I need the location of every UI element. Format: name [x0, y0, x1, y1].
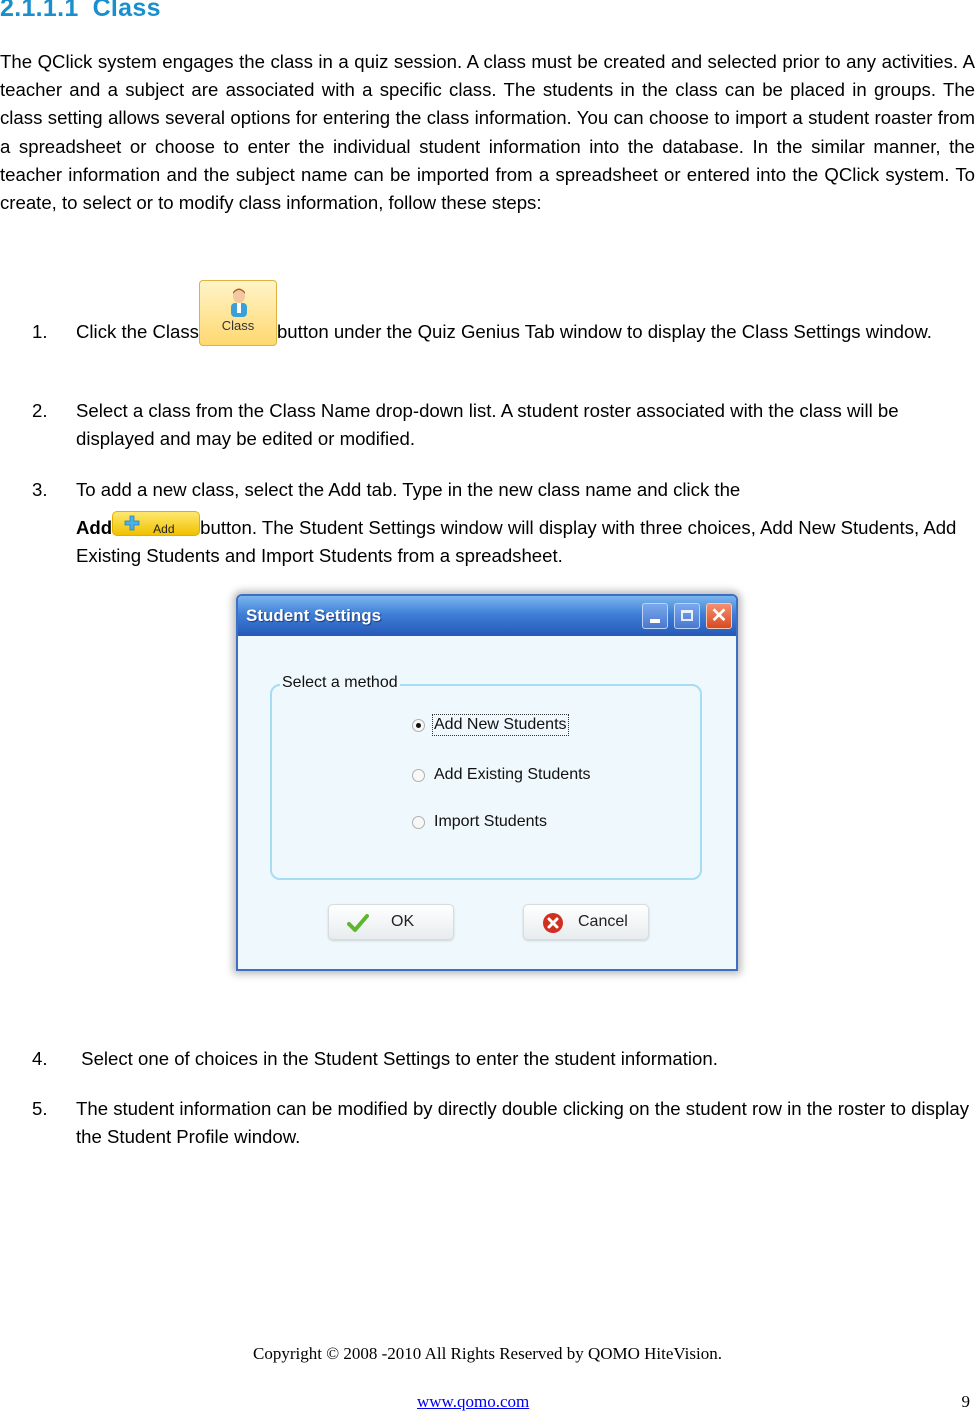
section-title: Class [92, 0, 161, 22]
cancel-x-icon [543, 913, 563, 933]
step-text: To add a new class, select the Add tab. … [76, 479, 741, 500]
step-bold-add: Add [76, 517, 113, 538]
section-heading: 2.1.1.1 Class [0, 0, 161, 23]
step-text: Click the Class [76, 321, 199, 342]
step-number: 2. [32, 400, 48, 421]
page-number: 9 [961, 1392, 971, 1411]
step-text-cont: button under the Quiz Genius Tab window … [276, 321, 932, 342]
minimize-icon [650, 619, 660, 623]
checkmark-icon [347, 914, 369, 932]
dialog-titlebar[interactable]: Student Settings ✕ [238, 596, 736, 636]
radio-unselected[interactable] [412, 769, 425, 782]
step-text: Select one of choices in the Student Set… [76, 1048, 718, 1069]
ok-button[interactable]: OK [328, 904, 454, 940]
step-text: Select a class from the Class Name drop-… [76, 400, 899, 449]
option-label: Import Students [434, 813, 547, 830]
add-button-label: Add [153, 522, 175, 536]
radio-selected[interactable] [412, 719, 425, 732]
website-link[interactable]: www.qomo.com [417, 1392, 529, 1412]
close-icon: ✕ [710, 605, 728, 627]
minimize-button[interactable] [642, 603, 668, 629]
add-button-image: Add [112, 511, 201, 536]
step-number: 5. [32, 1098, 48, 1119]
student-settings-dialog: Student Settings ✕ Select a method Add N… [236, 594, 738, 971]
method-groupbox: Select a method Add New Students Add Exi… [270, 674, 702, 880]
dialog-title: Student Settings [246, 606, 382, 625]
step-number: 4. [32, 1048, 48, 1069]
close-button[interactable]: ✕ [706, 603, 732, 629]
cancel-button[interactable]: Cancel [523, 904, 649, 940]
maximize-button[interactable] [674, 603, 700, 629]
option-label: Add New Students [432, 714, 569, 736]
section-number: 2.1.1.1 [0, 0, 79, 22]
plus-icon [124, 515, 140, 531]
step-number: 1. [32, 321, 48, 342]
ok-label: OK [391, 913, 415, 930]
copyright-notice: Copyright © 2008 -2010 All Rights Reserv… [253, 1344, 722, 1363]
radio-unselected[interactable] [412, 816, 425, 829]
class-button-image: Class [198, 280, 277, 346]
option-label: Add Existing Students [434, 766, 591, 783]
intro-paragraph: The QClick system engages the class in a… [0, 51, 975, 214]
step-number: 3. [32, 479, 48, 500]
group-label: Select a method [280, 674, 400, 692]
maximize-icon [681, 610, 693, 621]
step-text-cont: button. The Student Settings window will… [76, 517, 957, 566]
class-button-label: Class [221, 318, 255, 333]
cancel-label: Cancel [578, 913, 628, 930]
step-text: The student information can be modified … [76, 1098, 969, 1147]
